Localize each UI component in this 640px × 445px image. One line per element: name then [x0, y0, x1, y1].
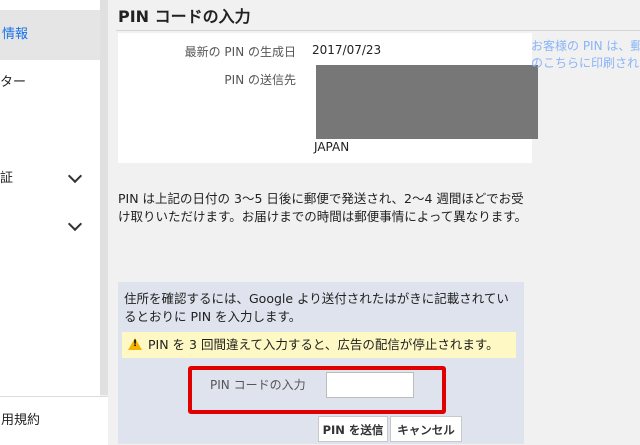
pin-input-label: PIN コードの入力 [210, 378, 306, 392]
latest-pin-value: 2017/07/23 [312, 43, 382, 57]
sidebar-item-label: 情報 [2, 27, 29, 42]
warning-bar: PIN を 3 回間違えて入力すると、広告の配信が停止されます。 [122, 332, 516, 358]
pin-entry-highlight: PIN コードの入力 [188, 366, 446, 414]
cancel-button[interactable]: キャンセル [390, 416, 462, 442]
side-note-line: お客様の PIN は、郵 [531, 39, 640, 53]
sidebar-item-label: ター [0, 75, 27, 90]
chevron-down-icon [67, 168, 83, 184]
submit-pin-button[interactable]: PIN を送信 [318, 416, 388, 442]
pin-description: PIN は上記の日付の 3〜5 日後に郵便で発送され、2〜4 週間ほどでお受け取… [118, 191, 528, 224]
page-title: PIN コードの入力 [118, 7, 251, 26]
sidebar-item-label: 証 [0, 171, 14, 186]
pin-input[interactable] [326, 372, 414, 398]
country-value: JAPAN [314, 140, 350, 154]
sidebar-item-proof[interactable]: 証 [0, 166, 100, 192]
sidebar-item-center[interactable]: ター [0, 70, 100, 96]
sidebar-item-collapsed[interactable] [0, 214, 100, 240]
sidebar-item-terms[interactable]: 用規約 [0, 396, 108, 445]
divider [116, 30, 640, 31]
side-note-line: のこちらに印刷され [531, 56, 640, 70]
side-note: お客様の PIN は、郵 のこちらに印刷され [531, 38, 640, 72]
chevron-down-icon [67, 216, 83, 232]
main-content: PIN コードの入力 最新の PIN の生成日 2017/07/23 PIN の… [108, 0, 640, 444]
sidebar-scrollbar[interactable] [100, 0, 108, 395]
destination-label: PIN の送信先 [224, 73, 296, 87]
verify-box: 住所を確認するには、Google より送付されたはがきに記載されているとおりに … [118, 282, 524, 444]
pin-info-panel: 最新の PIN の生成日 2017/07/23 PIN の送信先 JAPAN [118, 33, 538, 163]
redacted-address [316, 65, 538, 139]
sidebar-item-info[interactable]: 情報 [0, 10, 100, 60]
verify-instructions: 住所を確認するには、Google より送付されたはがきに記載されているとおりに … [124, 291, 509, 324]
sidebar-item-label: 用規約 [1, 413, 41, 428]
latest-pin-label: 最新の PIN の生成日 [184, 45, 296, 59]
sidebar: 情報 ター 証 [0, 0, 100, 444]
warning-icon [128, 338, 142, 350]
warning-text: PIN を 3 回間違えて入力すると、広告の配信が停止されます。 [148, 337, 499, 352]
